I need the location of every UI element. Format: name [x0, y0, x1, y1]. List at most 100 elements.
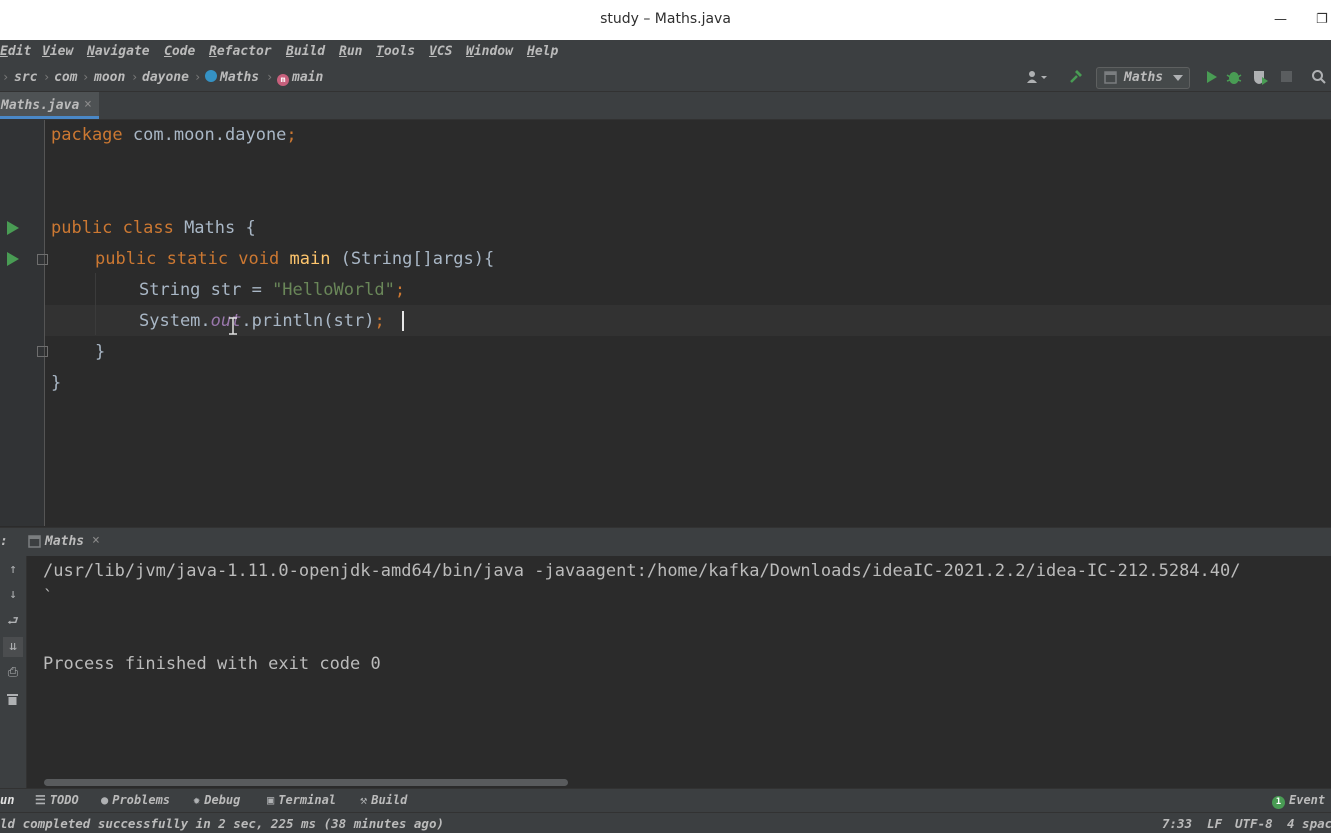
indent-setting[interactable]: 4 spac	[1287, 816, 1331, 831]
application-icon	[28, 535, 41, 548]
breadcrumb-main[interactable]: m main	[277, 70, 323, 86]
breadcrumb-dayone[interactable]: dayone	[142, 70, 189, 85]
tab-maths-java[interactable]: Maths.java ×	[0, 92, 99, 119]
restore-button[interactable]: ❐	[1316, 12, 1328, 27]
token-text: System.	[139, 311, 211, 331]
menu-code[interactable]: Code	[164, 44, 195, 59]
token-text: }	[95, 342, 106, 362]
run-config-label: Maths	[1124, 70, 1164, 85]
close-icon[interactable]: ×	[84, 97, 92, 112]
minimize-button[interactable]: —	[1274, 12, 1287, 27]
stop-icon[interactable]	[1281, 71, 1292, 82]
chevron-right-icon: ›	[43, 70, 51, 84]
menu-tools[interactable]: Tools	[376, 44, 415, 59]
token-text: Maths {	[173, 218, 256, 238]
breadcrumb-src[interactable]: src	[14, 70, 37, 85]
print-icon[interactable]: ⎙	[3, 663, 23, 683]
code-line-5: public static void main (String[]args){	[95, 244, 494, 275]
bug-icon[interactable]	[1226, 69, 1242, 85]
user-icon[interactable]	[1026, 70, 1050, 84]
tool-terminal[interactable]: ▣ Terminal	[267, 793, 336, 807]
menu-vcs[interactable]: VCS	[429, 44, 452, 59]
menu-window[interactable]: Window	[466, 44, 513, 59]
token-method: main	[289, 249, 331, 269]
chevron-right-icon: ›	[82, 70, 90, 84]
menu-navigate[interactable]: Navigate	[87, 44, 150, 59]
breadcrumb-com[interactable]: com	[54, 70, 77, 85]
code-line-1: package com.moon.dayone;	[51, 120, 297, 151]
chevron-down-icon	[1173, 75, 1183, 81]
run-tool-strip: ↑ ↓ ⮐ ⇊ ⎙	[0, 556, 27, 788]
run-panel-header: : Maths ×	[0, 527, 1331, 556]
tool-build[interactable]: ⚒ Build	[360, 793, 407, 807]
tool-run[interactable]: un	[0, 793, 14, 807]
token-text: com.moon.dayone	[122, 125, 287, 145]
class-icon	[205, 70, 217, 82]
fold-icon[interactable]	[37, 254, 48, 265]
status-message[interactable]: ld completed successfully in 2 sec, 225 …	[0, 816, 444, 831]
window-title-bar: study – Maths.java — ❐	[0, 0, 1331, 40]
scroll-to-end-icon[interactable]: ⇊	[3, 637, 23, 657]
soft-wrap-icon[interactable]: ⮐	[3, 612, 23, 632]
hammer-icon: ⚒	[360, 793, 368, 807]
breadcrumb-label: Maths	[220, 70, 260, 85]
menu-edit[interactable]: Edit	[0, 44, 31, 59]
tool-debug[interactable]: ✹ Debug	[193, 793, 240, 807]
application-icon	[1104, 71, 1117, 84]
file-encoding[interactable]: UTF-8	[1235, 816, 1273, 831]
code-editor[interactable]: package com.moon.dayone; public class Ma…	[0, 120, 1331, 526]
run-configuration-selector[interactable]: Maths	[1096, 67, 1190, 89]
run-gutter-icon[interactable]	[7, 221, 19, 235]
menu-run[interactable]: Run	[339, 44, 362, 59]
menu-help[interactable]: Help	[527, 44, 558, 59]
run-gutter-icon[interactable]	[7, 252, 19, 266]
code-line-7: System.out.println(str);	[139, 306, 385, 337]
token-string: "HelloWorld"	[272, 280, 395, 300]
console-line-4: Process finished with exit code 0	[43, 654, 381, 674]
menu-refactor[interactable]: Refactor	[209, 44, 272, 59]
status-bar: ld completed successfully in 2 sec, 225 …	[0, 812, 1331, 833]
tool-event-log[interactable]: 1 Event	[1272, 793, 1325, 809]
event-count-badge: 1	[1272, 796, 1285, 809]
token-text: }	[51, 373, 62, 393]
breadcrumb-maths[interactable]: Maths	[205, 70, 259, 85]
token-text: (String[]args){	[330, 249, 495, 269]
tool-label: un	[0, 793, 15, 807]
code-line-4: public class Maths {	[51, 213, 256, 244]
tool-label: Event	[1289, 793, 1326, 807]
trash-icon[interactable]	[7, 693, 18, 705]
token-keyword: public class	[51, 218, 174, 238]
text-caret	[402, 311, 404, 331]
terminal-icon: ▣	[267, 793, 275, 807]
menu-build[interactable]: Build	[286, 44, 325, 59]
code-line-8: }	[95, 337, 105, 368]
arrow-up-icon[interactable]: ↑	[3, 560, 23, 580]
run-console[interactable]: ↑ ↓ ⮐ ⇊ ⎙ /usr/lib/jvm/java-1.11.0-openj…	[0, 556, 1331, 788]
tool-label: Terminal	[278, 793, 337, 807]
token-text: .println(str)	[241, 311, 375, 331]
method-icon: m	[277, 74, 289, 86]
tool-todo[interactable]: ☰ TODO	[35, 793, 79, 807]
menu-view[interactable]: View	[42, 44, 73, 59]
menu-bar: Edit View Navigate Code Refactor Build R…	[0, 40, 1331, 64]
token-text: String str =	[139, 280, 273, 300]
problems-icon: ●	[101, 793, 109, 807]
caret-position[interactable]: 7:33	[1162, 816, 1192, 831]
list-icon: ☰	[35, 793, 46, 807]
line-separator[interactable]: LF	[1207, 816, 1222, 831]
search-icon[interactable]	[1311, 69, 1327, 85]
coverage-icon[interactable]	[1252, 69, 1268, 85]
arrow-down-icon[interactable]: ↓	[3, 585, 23, 605]
token-keyword: ;	[286, 125, 297, 145]
fold-icon[interactable]	[37, 346, 48, 357]
ibeam-cursor-icon	[228, 317, 238, 335]
hammer-icon[interactable]	[1068, 69, 1084, 85]
horizontal-scrollbar[interactable]	[44, 779, 568, 786]
tool-problems[interactable]: ● Problems	[101, 793, 170, 807]
close-icon[interactable]: ×	[92, 533, 100, 548]
token-keyword: ;	[394, 280, 406, 300]
bug-icon: ✹	[193, 793, 201, 807]
breadcrumb-moon[interactable]: moon	[94, 70, 125, 85]
run-tab-label[interactable]: Maths	[45, 534, 84, 549]
run-icon[interactable]	[1206, 70, 1218, 84]
